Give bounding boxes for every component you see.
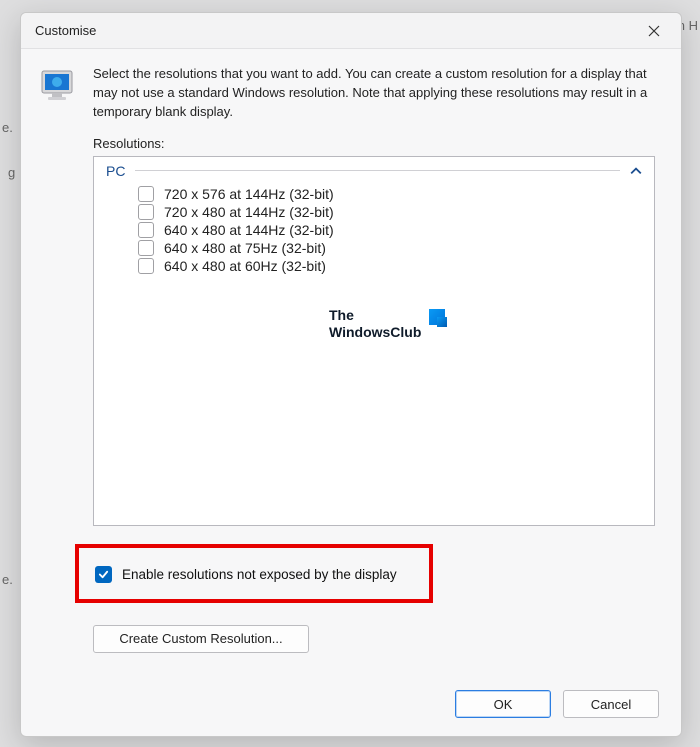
resolution-item[interactable]: 720 x 480 at 144Hz (32-bit) — [138, 203, 654, 221]
watermark-line: WindowsClub — [329, 324, 421, 342]
watermark: The WindowsClub — [329, 307, 445, 342]
dialog-content: Select the resolutions that you want to … — [21, 49, 681, 671]
highlight-annotation: Enable resolutions not exposed by the di… — [75, 544, 433, 603]
close-button[interactable] — [637, 17, 671, 45]
resolution-list: 720 x 576 at 144Hz (32-bit) 720 x 480 at… — [94, 183, 654, 275]
resolution-text: 720 x 480 at 144Hz (32-bit) — [164, 204, 334, 220]
enable-resolutions-label: Enable resolutions not exposed by the di… — [122, 567, 397, 582]
dialog-title: Customise — [35, 23, 637, 38]
resolution-item[interactable]: 640 x 480 at 144Hz (32-bit) — [138, 221, 654, 239]
button-label: Create Custom Resolution... — [119, 631, 282, 646]
create-custom-resolution-button[interactable]: Create Custom Resolution... — [93, 625, 309, 653]
resolution-text: 640 x 480 at 60Hz (32-bit) — [164, 258, 326, 274]
resolution-item[interactable]: 720 x 576 at 144Hz (32-bit) — [138, 185, 654, 203]
resolutions-label: Resolutions: — [93, 136, 663, 151]
button-label: OK — [494, 697, 513, 712]
group-divider — [135, 170, 620, 171]
resolution-text: 720 x 576 at 144Hz (32-bit) — [164, 186, 334, 202]
resolution-text: 640 x 480 at 144Hz (32-bit) — [164, 222, 334, 238]
checkbox-icon[interactable] — [138, 204, 154, 220]
button-label: Cancel — [591, 697, 631, 712]
resolutions-listbox[interactable]: PC 720 x 576 at 144Hz (32-bit) 720 x 480… — [93, 156, 655, 526]
enable-resolutions-row[interactable]: Enable resolutions not exposed by the di… — [95, 566, 413, 583]
checkbox-checked-icon[interactable] — [95, 566, 112, 583]
bg-fragment: e. — [2, 572, 13, 587]
bg-fragment: g — [8, 165, 15, 180]
customise-dialog: Customise Select the resolutions that yo… — [20, 12, 682, 737]
monitor-icon — [39, 67, 79, 107]
resolution-group-header[interactable]: PC — [94, 157, 654, 183]
resolution-item[interactable]: 640 x 480 at 75Hz (32-bit) — [138, 239, 654, 257]
dialog-footer: OK Cancel — [455, 690, 659, 718]
watermark-logo-icon — [429, 309, 445, 325]
watermark-text: The WindowsClub — [329, 307, 421, 342]
checkbox-icon[interactable] — [138, 240, 154, 256]
resolution-text: 640 x 480 at 75Hz (32-bit) — [164, 240, 326, 256]
close-icon — [648, 25, 660, 37]
intro-text: Select the resolutions that you want to … — [93, 65, 663, 122]
checkbox-icon[interactable] — [138, 258, 154, 274]
cancel-button[interactable]: Cancel — [563, 690, 659, 718]
bg-fragment: e. — [2, 120, 13, 135]
ok-button[interactable]: OK — [455, 690, 551, 718]
checkbox-icon[interactable] — [138, 222, 154, 238]
titlebar: Customise — [21, 13, 681, 49]
chevron-up-icon[interactable] — [630, 165, 642, 177]
resolution-item[interactable]: 640 x 480 at 60Hz (32-bit) — [138, 257, 654, 275]
resolution-group-name: PC — [106, 163, 125, 179]
watermark-line: The — [329, 307, 421, 325]
intro-row: Select the resolutions that you want to … — [39, 65, 663, 122]
checkbox-icon[interactable] — [138, 186, 154, 202]
